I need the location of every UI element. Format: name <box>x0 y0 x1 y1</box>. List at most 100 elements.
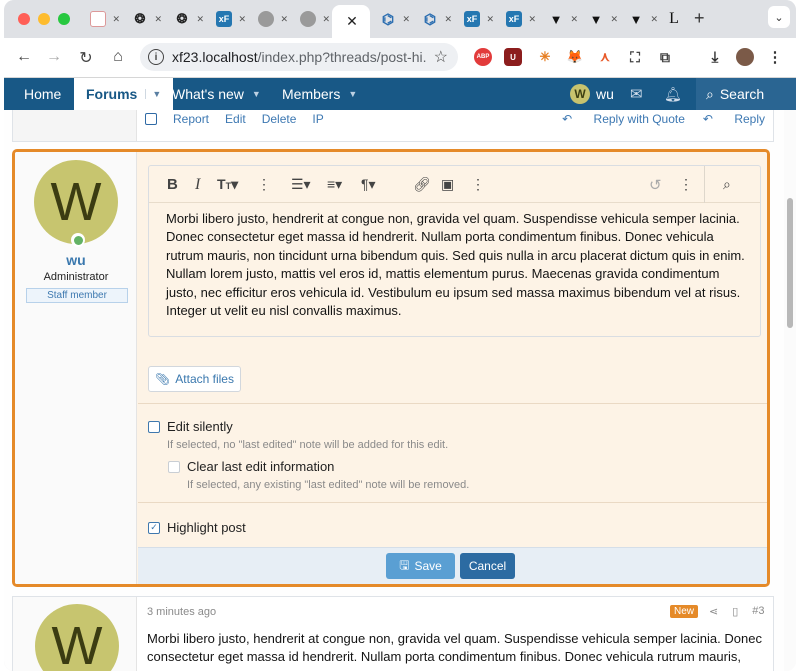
tab-search-chevron-icon[interactable]: ⌄ <box>768 6 790 28</box>
editor-content[interactable]: Morbi libero justo, hendrerit at congue … <box>166 210 751 320</box>
list-icon[interactable]: ☰▾ <box>291 176 311 193</box>
extension-a-icon[interactable]: ⋏ <box>596 48 614 66</box>
back-arrow-icon[interactable]: ← <box>14 48 34 66</box>
close-tab-icon[interactable]: ✕ <box>444 14 452 25</box>
close-tab-icon[interactable]: ✕ <box>196 14 204 25</box>
nav-search[interactable]: ⌕ Search <box>696 78 796 110</box>
browser-tab[interactable]: ▼ ✕ <box>542 5 582 33</box>
address-bar[interactable]: i xf23.localhost/index.php?threads/post-… <box>140 43 458 71</box>
maximize-window-button[interactable] <box>58 13 70 25</box>
highlight-post-option[interactable]: ✓ Highlight post <box>148 520 246 535</box>
highlight-post-checkbox[interactable]: ✓ <box>148 521 160 534</box>
chevron-down-icon[interactable]: ▼ <box>145 89 161 99</box>
undo-icon[interactable]: ↺ <box>649 176 662 194</box>
more-options-icon[interactable]: ⋮ <box>257 176 271 193</box>
edit-silently-checkbox[interactable] <box>148 420 160 433</box>
scrollbar-thumb[interactable] <box>787 198 793 328</box>
close-tab-icon[interactable]: ✕ <box>280 14 288 25</box>
align-icon[interactable]: ≡▾ <box>327 176 342 193</box>
nav-members[interactable]: Members ▼ <box>282 78 357 110</box>
new-tab-button[interactable]: + <box>694 8 705 29</box>
spark-extension-icon[interactable]: ✳ <box>536 48 554 66</box>
browser-tab[interactable]: ▼ ✕ <box>582 5 622 33</box>
ublock-icon[interactable]: U <box>504 48 522 66</box>
browser-tab-active[interactable]: ✕ <box>332 5 370 38</box>
extensions-puzzle-icon[interactable]: ⧉ <box>656 48 674 66</box>
text-size-icon[interactable]: TT▾ <box>217 176 238 193</box>
url-text[interactable]: xf23.localhost/index.php?threads/post-hi… <box>172 49 427 65</box>
close-tab-icon[interactable]: ✕ <box>154 14 162 25</box>
bookmark-star-icon[interactable]: ☆ <box>434 47 448 67</box>
close-tab-icon[interactable]: ✕ <box>322 14 330 25</box>
close-tab-icon[interactable]: ✕ <box>570 14 578 25</box>
browser-tab[interactable]: ✕ <box>294 5 334 33</box>
browser-tab[interactable]: ⌬ ✕ <box>416 5 456 33</box>
reload-icon[interactable]: ↻ <box>76 48 96 68</box>
share-icon[interactable]: ⋖ <box>709 605 718 618</box>
browser-tab[interactable]: xF ✕ <box>210 5 250 33</box>
more-actions-icon[interactable]: ⋮ <box>679 176 693 193</box>
clear-last-edit-checkbox[interactable] <box>168 460 180 473</box>
nav-account[interactable]: Wwu <box>570 78 614 110</box>
inbox-envelope-icon[interactable]: ✉ <box>630 78 643 110</box>
report-link[interactable]: Report <box>173 112 209 126</box>
home-icon[interactable]: ⌂ <box>108 48 128 66</box>
select-post-checkbox[interactable] <box>145 113 157 125</box>
preview-icon[interactable]: ⌕ <box>723 176 731 193</box>
browser-tab[interactable]: ❂ ✕ <box>168 5 208 33</box>
close-tab-icon[interactable]: ✕ <box>650 14 658 25</box>
close-tab-icon[interactable]: ✕ <box>112 14 120 25</box>
edit-silently-option[interactable]: Edit silently <box>148 419 233 434</box>
paragraph-icon[interactable]: ¶▾ <box>361 176 376 193</box>
close-tab-icon[interactable]: ✕ <box>486 14 494 25</box>
close-tab-icon[interactable]: ✕ <box>402 14 410 25</box>
close-window-button[interactable] <box>18 13 30 25</box>
browser-tab[interactable]: ❂ ✕ <box>126 5 166 33</box>
close-tab-icon[interactable]: ✕ <box>238 14 246 25</box>
download-icon[interactable]: ⤓ <box>706 48 724 66</box>
edit-link[interactable]: Edit <box>225 112 246 126</box>
alerts-bell-icon[interactable]: 🔔︎ <box>664 78 682 110</box>
reply-with-quote-link[interactable]: ↶ Reply with Quote <box>562 112 685 126</box>
close-tab-icon[interactable]: ✕ <box>528 14 536 25</box>
close-tab-icon[interactable]: ✕ <box>610 14 618 25</box>
avatar[interactable]: W <box>34 160 118 244</box>
image-icon[interactable]: ▣ <box>441 176 454 193</box>
username-link[interactable]: wu <box>15 252 137 268</box>
browser-tab[interactable]: ▼ ✕ <box>622 5 662 33</box>
clear-last-edit-option[interactable]: Clear last edit information <box>168 459 334 474</box>
rich-text-editor[interactable]: B I TT▾ ⋮ ☰▾ ≡▾ ¶▾ 🔗︎ ▣ ⋮ ↺ ⋮ ⌕ Morbi li… <box>148 165 761 337</box>
browser-tab[interactable]: xF ✕ <box>458 5 498 33</box>
adblock-plus-icon[interactable]: ABP <box>474 48 492 66</box>
profile-avatar-icon[interactable] <box>736 48 754 66</box>
browser-tab[interactable]: xF ✕ <box>500 5 540 33</box>
site-info-icon[interactable]: i <box>148 49 164 65</box>
bookmark-icon[interactable]: ▯ <box>732 605 738 618</box>
more-insert-icon[interactable]: ⋮ <box>471 176 485 193</box>
post-time[interactable]: 3 minutes ago <box>147 606 216 618</box>
screenshot-icon[interactable]: ⛶ <box>626 48 644 66</box>
browser-tab[interactable]: ⌬ ✕ <box>374 5 414 33</box>
attach-files-button[interactable]: 📎︎ Attach files <box>148 366 241 392</box>
reply-link[interactable]: ↶ Reply <box>703 112 765 126</box>
scrollbar-track[interactable] <box>784 110 796 671</box>
nav-whats-new[interactable]: What's new ▼ <box>172 78 261 110</box>
minimize-window-button[interactable] <box>38 13 50 25</box>
cancel-button[interactable]: Cancel <box>460 553 515 579</box>
chevron-down-icon[interactable]: ▼ <box>252 89 261 99</box>
avatar[interactable]: W <box>35 604 119 671</box>
delete-link[interactable]: Delete <box>262 112 297 126</box>
nav-forums[interactable]: Forums ▼ <box>74 78 174 110</box>
forward-arrow-icon[interactable]: → <box>44 48 64 66</box>
browser-tab[interactable]: ✕ <box>252 5 292 33</box>
post-number[interactable]: #3 <box>752 605 764 618</box>
nav-home[interactable]: Home <box>24 78 61 110</box>
browser-tab[interactable]: ✕ <box>84 5 124 33</box>
kebab-menu-icon[interactable]: ⋮ <box>766 48 784 66</box>
save-button[interactable]: 🖫 Save <box>386 553 455 579</box>
chevron-down-icon[interactable]: ▼ <box>348 89 357 99</box>
close-tab-icon[interactable]: ✕ <box>346 13 358 30</box>
italic-icon[interactable]: I <box>195 176 200 194</box>
metamask-icon[interactable]: 🦊 <box>566 48 584 66</box>
bold-icon[interactable]: B <box>167 176 178 193</box>
